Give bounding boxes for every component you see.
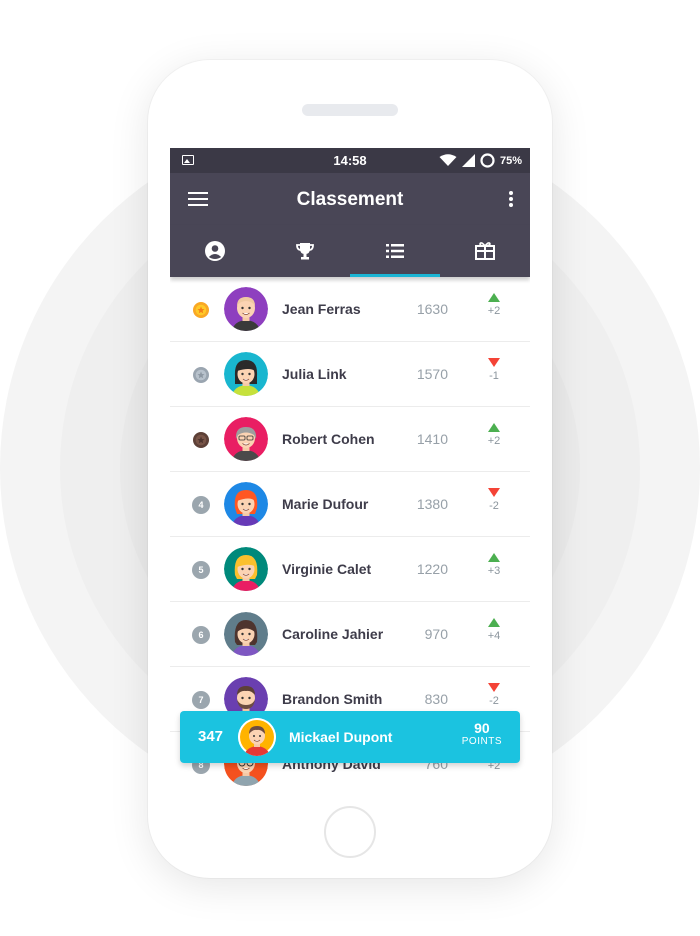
player-name: Brandon Smith [282, 691, 383, 707]
player-score: 1380 [416, 496, 448, 512]
rank-change: -2 [478, 488, 510, 512]
bronze-medal-icon [193, 432, 209, 448]
rank-change-value: +4 [487, 630, 501, 642]
list-item[interactable]: Robert Cohen 1410 +2 [170, 407, 530, 472]
tab-ranking[interactable] [350, 225, 440, 277]
list-item[interactable]: Julia Link 1570 -1 [170, 342, 530, 407]
arrow-up-icon [488, 553, 500, 562]
avatar [224, 482, 268, 526]
trophy-icon [296, 243, 314, 260]
player-name: Julia Link [282, 366, 347, 382]
player-name: Jean Ferras [282, 301, 361, 317]
phone-speaker [302, 104, 398, 116]
rank-badge: 7 [192, 691, 210, 709]
player-score: 1410 [416, 431, 448, 447]
rank-change: +3 [478, 553, 510, 577]
list-item[interactable]: Jean Ferras 1630 +2 [170, 277, 530, 342]
rank-change: -1 [478, 358, 510, 382]
current-user-bar[interactable]: 347 Mickael Dupont 90 POINTS [180, 711, 520, 763]
silver-medal-icon [193, 367, 209, 383]
list-item[interactable]: 5 Virginie Calet 1220 +3 [170, 537, 530, 602]
current-user-rank: 347 [198, 728, 224, 745]
avatar [224, 287, 268, 331]
arrow-up-icon [488, 293, 500, 302]
player-name: Marie Dufour [282, 496, 369, 512]
rank-change: +2 [478, 293, 510, 317]
phone-home-button[interactable] [324, 806, 376, 858]
player-score: 1630 [416, 301, 448, 317]
signal-icon [461, 154, 475, 167]
points-value: 90 [474, 720, 490, 736]
tab-bar [170, 225, 530, 277]
more-vert-icon[interactable] [506, 191, 516, 209]
avatar [238, 718, 276, 756]
list-item[interactable]: 6 Caroline Jahier 970 +4 [170, 602, 530, 667]
account-circle-icon [205, 241, 225, 261]
avatar [224, 417, 268, 461]
arrow-down-icon [488, 683, 500, 692]
rank-badge: 6 [192, 626, 210, 644]
avatar [224, 352, 268, 396]
points-label: POINTS [461, 736, 502, 747]
rank-change-value: -2 [489, 695, 499, 707]
list-icon [386, 244, 404, 258]
gold-medal-icon [193, 302, 209, 318]
player-name: Caroline Jahier [282, 626, 384, 642]
arrow-up-icon [488, 618, 500, 627]
phone-screen: 14:58 75% Classement Jean Ferras 1630 +2… [170, 148, 530, 788]
arrow-up-icon [488, 423, 500, 432]
player-score: 830 [424, 691, 448, 707]
player-score: 1220 [416, 561, 448, 577]
current-user-name: Mickael Dupont [289, 729, 393, 745]
arrow-down-icon [488, 488, 500, 497]
arrow-down-icon [488, 358, 500, 367]
rank-change-value: -1 [489, 370, 499, 382]
player-score: 1570 [416, 366, 448, 382]
wifi-icon [439, 154, 457, 166]
battery-icon [480, 153, 495, 168]
page-title: Classement [296, 189, 404, 210]
list-item[interactable]: 4 Marie Dufour 1380 -2 [170, 472, 530, 537]
rank-change: -2 [478, 683, 510, 707]
gift-card-icon [475, 242, 495, 260]
tab-profile[interactable] [170, 225, 260, 277]
rank-change: +4 [478, 618, 510, 642]
rank-badge: 5 [192, 561, 210, 579]
rank-change-value: -2 [489, 500, 499, 512]
rank-change-value: +3 [487, 565, 501, 577]
rank-change-value: +2 [487, 435, 501, 447]
player-name: Robert Cohen [282, 431, 375, 447]
current-user-points: 90 POINTS [462, 720, 502, 747]
rank-badge: 4 [192, 496, 210, 514]
menu-icon[interactable] [188, 192, 208, 208]
avatar [224, 547, 268, 591]
status-bar: 14:58 75% [170, 148, 530, 173]
tab-rewards[interactable] [440, 225, 530, 277]
tab-trophies[interactable] [260, 225, 350, 277]
app-bar: Classement [170, 173, 530, 225]
avatar [224, 612, 268, 656]
player-name: Virginie Calet [282, 561, 372, 577]
player-score: 970 [424, 626, 448, 642]
rank-change-value: +2 [487, 305, 501, 317]
battery-level: 75% [499, 154, 522, 167]
rank-change: +2 [478, 423, 510, 447]
